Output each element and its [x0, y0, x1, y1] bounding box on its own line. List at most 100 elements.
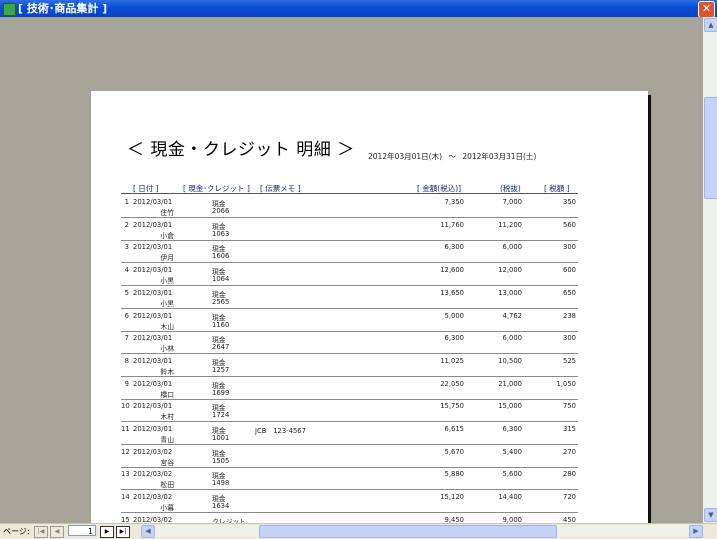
row-payment-type: クレジット	[212, 517, 246, 523]
row-excl: 11,200	[498, 220, 522, 229]
header-rule	[121, 193, 578, 194]
row-date: 2012/03/01	[133, 334, 173, 343]
row-amount: 15,120	[440, 493, 464, 502]
row-excl: 6,000	[502, 334, 522, 343]
horizontal-scrollbar[interactable]: ◀ ▶	[141, 525, 703, 538]
row-amount: 13,650	[440, 288, 464, 297]
row-staff: 橋口	[160, 390, 174, 399]
scroll-left-icon[interactable]: ◀	[141, 525, 155, 538]
row-staff: 青山	[160, 436, 174, 444]
row-date: 2012/03/01	[133, 288, 173, 297]
row-amount: 22,050	[440, 379, 464, 388]
row-date: 2012/03/01	[133, 356, 173, 365]
row-tax: 450	[563, 515, 576, 523]
row-date: 2012/03/01	[133, 266, 173, 275]
vertical-scroll-thumb[interactable]	[704, 97, 717, 199]
row-staff: 小黒	[160, 277, 174, 286]
row-number: 6	[124, 311, 129, 320]
row-date: 2012/03/01	[133, 198, 173, 206]
table-row: 3 2012/03/01 伊月 現金 1606 6,300 6,000 300	[91, 240, 648, 264]
row-code: 2066	[212, 207, 230, 215]
row-code: 1064	[212, 275, 230, 284]
table-row: 9 2012/03/01 橋口 現金 1699 22,050 21,000 1,050	[91, 377, 648, 400]
row-number: 5	[124, 288, 129, 297]
app-icon	[3, 3, 16, 16]
row-date: 2012/03/02	[133, 515, 173, 523]
row-amount: 12,600	[440, 266, 464, 275]
row-staff: 宮谷	[160, 458, 174, 467]
page-number-input[interactable]: 1	[68, 525, 96, 536]
row-date: 2012/03/01	[133, 311, 173, 320]
row-tax: 720	[563, 493, 576, 502]
row-number: 15	[121, 515, 130, 523]
table-row: 6 2012/03/01 木山 現金 1160 5,000 4,762 238	[91, 309, 648, 332]
row-excl: 13,000	[498, 288, 522, 297]
row-number: 12	[121, 447, 130, 456]
scroll-down-icon[interactable]: ▼	[704, 508, 717, 522]
last-page-icon[interactable]: ▶|	[116, 526, 130, 538]
row-staff: 鈴木	[160, 367, 174, 376]
row-number: 3	[124, 243, 129, 252]
row-amount: 5,000	[444, 311, 464, 320]
row-staff: 小黒	[160, 299, 174, 308]
row-number: 4	[124, 266, 129, 275]
row-tax: 315	[563, 425, 576, 433]
row-excl: 9,000	[502, 515, 522, 523]
row-number: 2	[124, 220, 129, 229]
row-staff: 小林	[160, 345, 174, 354]
row-excl: 14,400	[498, 493, 522, 502]
row-staff: 伊月	[160, 254, 174, 263]
date-from: 2012年03月01日(木)	[368, 152, 443, 161]
row-code: 1505	[212, 456, 230, 465]
row-tax: 560	[563, 220, 576, 229]
row-staff: 木山	[160, 322, 174, 331]
row-excl: 21,000	[498, 379, 522, 388]
row-number: 1	[124, 198, 129, 206]
row-tax: 300	[563, 334, 576, 343]
row-code: 1699	[212, 388, 230, 397]
row-number: 11	[121, 425, 130, 433]
report-date-range: 2012年03月01日(木) ～ 2012年03月31日(土)	[368, 151, 536, 162]
row-date: 2012/03/01	[133, 402, 173, 411]
scroll-right-icon[interactable]: ▶	[689, 525, 703, 538]
table-row: 2 2012/03/01 小倉 現金 1063 11,760 11,200 560	[91, 218, 648, 241]
report-page: ＜ 現金・クレジット 明細 ＞ 2012年03月01日(木) ～ 2012年03…	[91, 91, 648, 523]
close-button[interactable]: ✕	[698, 1, 715, 18]
page-navigation-bar: ページ: |◀ ◀ 1 ▶ ▶| ◀ ▶	[0, 523, 717, 539]
prev-page-icon[interactable]: ◀	[50, 526, 64, 538]
horizontal-scroll-thumb[interactable]	[259, 525, 557, 538]
row-tax: 270	[563, 447, 576, 456]
row-date: 2012/03/01	[133, 220, 173, 229]
row-amount: 6,615	[444, 425, 464, 433]
table-row: 5 2012/03/01 小黒 現金 2565 13,650 13,000 650	[91, 286, 648, 309]
row-amount: 15,750	[440, 402, 464, 411]
row-date: 2012/03/01	[133, 379, 173, 388]
row-amount: 6,300	[444, 243, 464, 252]
vertical-scrollbar[interactable]: ▲ ▼	[703, 17, 717, 523]
row-staff: 松田	[160, 481, 174, 490]
row-number: 13	[121, 470, 130, 479]
table-row: 13 2012/03/02 松田 現金 1498 5,880 5,600 280	[91, 467, 648, 491]
next-page-icon[interactable]: ▶	[100, 526, 114, 538]
row-excl: 7,000	[502, 198, 522, 206]
row-tax: 600	[563, 266, 576, 275]
first-page-icon[interactable]: |◀	[34, 526, 48, 538]
row-tax: 300	[563, 243, 576, 252]
row-code: 1606	[212, 252, 230, 261]
row-amount: 5,670	[444, 447, 464, 456]
row-code: 1063	[212, 229, 230, 238]
report-title: ＜ 現金・クレジット 明細 ＞	[127, 140, 355, 160]
row-tax: 280	[563, 470, 576, 479]
scroll-up-icon[interactable]: ▲	[704, 18, 717, 32]
row-staff: 小暮	[160, 504, 174, 513]
window-title: [ 技術･商品集計 ]	[18, 2, 108, 15]
row-date: 2012/03/02	[133, 447, 173, 456]
row-amount: 7,350	[444, 198, 464, 206]
table-row: 11 2012/03/01 青山 現金 1001 JCB 123-4567 6,615 6,3…	[91, 422, 648, 445]
table-row: 152012/03/02新田クレジット13879,4509,000450	[91, 513, 648, 523]
table-row: 1 2012/03/01 住竹 現金 2066 7,350 7,000 350	[91, 195, 648, 218]
row-date: 2012/03/02	[133, 470, 173, 479]
row-excl: 5,600	[502, 470, 522, 479]
row-number: 9	[124, 379, 129, 388]
row-code: 1257	[212, 365, 230, 374]
